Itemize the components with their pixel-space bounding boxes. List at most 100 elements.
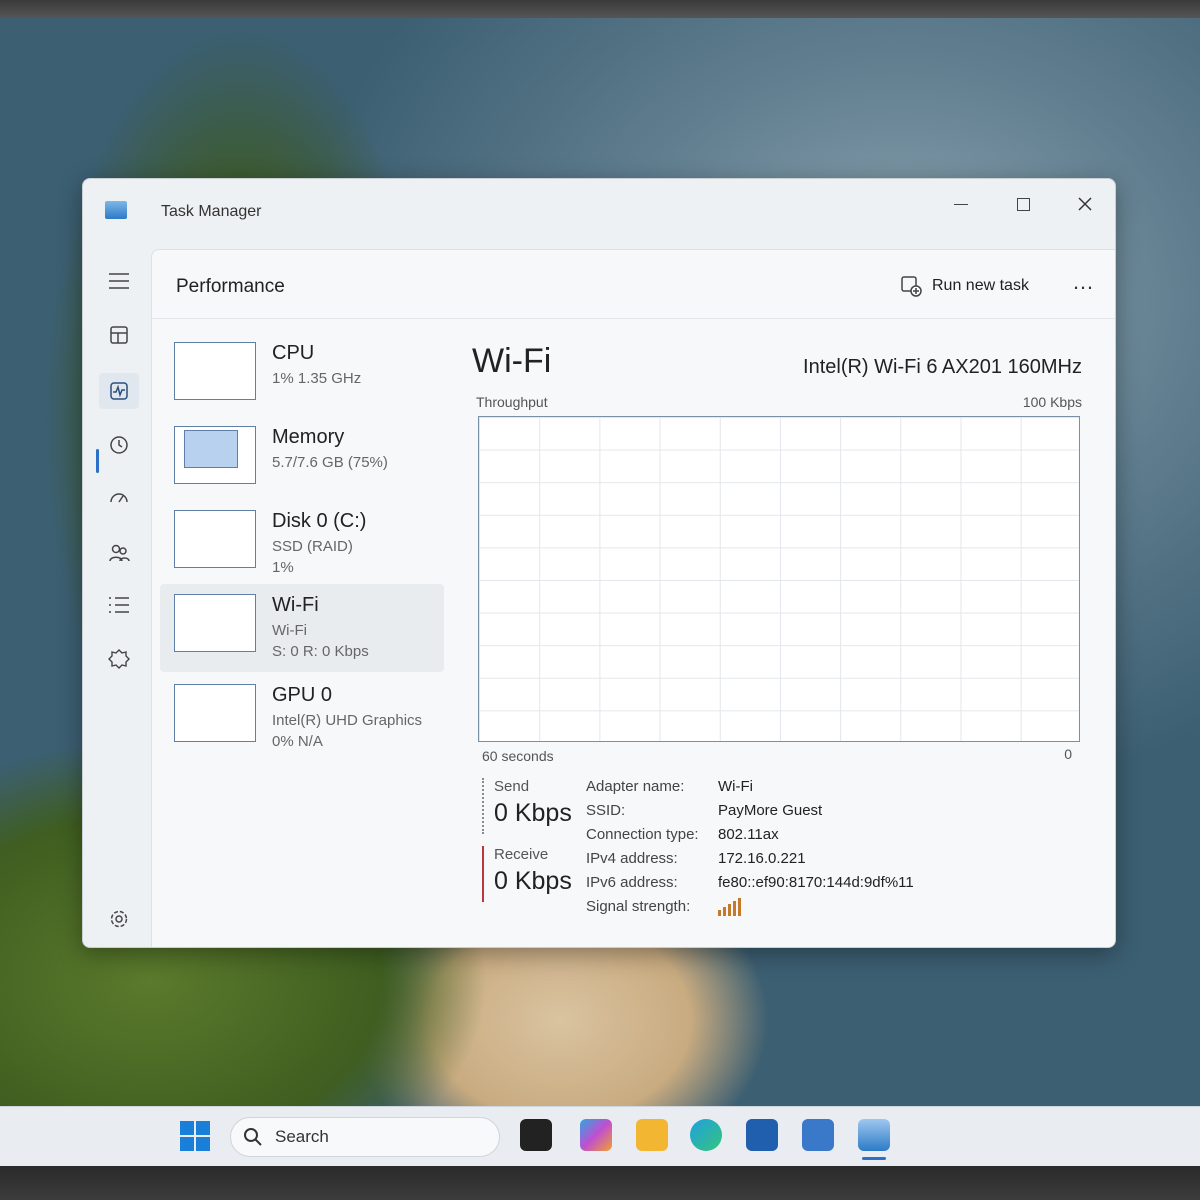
monitor-bezel-top (0, 0, 1200, 18)
resource-detail: 1% 1.35 GHz (272, 370, 362, 387)
active-app-indicator (862, 1157, 886, 1160)
nav-details[interactable] (99, 587, 139, 623)
task-manager-window: Task Manager Performance Run new task … … (82, 178, 1116, 948)
close-button[interactable] (1065, 187, 1105, 221)
details-icon (109, 597, 129, 613)
resource-name: Memory (272, 426, 345, 448)
graph-max-label: 100 Kbps (1022, 394, 1082, 410)
settings-icon (110, 910, 128, 928)
resource-name: Disk 0 (C:) (272, 510, 367, 532)
gpu-thumbnail-graph (174, 684, 256, 742)
monitor-bezel-bottom (0, 1166, 1200, 1200)
company-portal-icon[interactable] (802, 1119, 834, 1151)
services-icon (108, 649, 130, 669)
resource-detail-line: S: 0 R: 0 Kbps (272, 643, 369, 660)
copilot-m365-icon[interactable] (580, 1119, 612, 1151)
app-history-icon (110, 436, 128, 454)
signal-bar (733, 901, 736, 916)
close-icon (1078, 197, 1092, 211)
resource-item-wifi[interactable]: Wi-Fi Wi-Fi S: 0 R: 0 Kbps (160, 584, 444, 672)
property-value: Wi-Fi (718, 778, 753, 795)
signal-strength-icon (718, 898, 741, 916)
file-explorer-icon[interactable] (636, 1119, 668, 1151)
signal-bar (738, 898, 741, 916)
task-view-icon[interactable] (520, 1119, 552, 1151)
maximize-icon (1016, 197, 1030, 211)
nav-app-history[interactable] (99, 427, 139, 463)
resource-item-gpu[interactable]: GPU 0 Intel(R) UHD Graphics 0% N/A (160, 674, 444, 762)
cpu-thumbnail-graph (174, 342, 256, 400)
minimize-button[interactable] (941, 187, 981, 221)
property-key: Adapter name: (586, 778, 685, 795)
maximize-button[interactable] (1003, 187, 1043, 221)
search-label: Search (275, 1127, 329, 1146)
disk-thumbnail-graph (174, 510, 256, 568)
edge-icon[interactable] (690, 1119, 722, 1151)
nav-settings[interactable] (99, 901, 139, 937)
resource-detail-line: 0% N/A (272, 733, 323, 750)
wifi-thumbnail-graph (174, 594, 256, 652)
hamburger-button[interactable] (99, 263, 139, 299)
resource-detail: SSD (RAID) 1% (272, 536, 353, 578)
task-manager-app-icon (105, 201, 127, 219)
header-divider (152, 318, 1115, 319)
title-bar[interactable]: Task Manager (83, 179, 1115, 247)
property-key: SSID: (586, 802, 626, 819)
graph-label: Throughput (476, 394, 548, 410)
resource-item-cpu[interactable]: CPU 1% 1.35 GHz (160, 332, 444, 420)
processes-icon (110, 326, 128, 344)
windows-logo-tile (180, 1121, 194, 1135)
users-icon (109, 544, 130, 562)
more-options-button[interactable]: … (1068, 270, 1098, 300)
signal-bar (718, 910, 721, 916)
nav-startup-apps[interactable] (99, 481, 139, 517)
run-new-task-button[interactable]: Run new task (900, 270, 1029, 302)
minimize-icon (954, 203, 968, 205)
send-stat: Send 0 Kbps (482, 778, 582, 834)
nav-services[interactable] (99, 641, 139, 677)
windows-logo-tile (196, 1121, 210, 1135)
nav-users[interactable] (99, 535, 139, 571)
taskbar: Search (0, 1106, 1200, 1166)
property-key: Signal strength: (586, 898, 691, 915)
resource-item-memory[interactable]: Memory 5.7/7.6 GB (75%) (160, 416, 444, 504)
property-value: 802.11ax (718, 826, 779, 843)
signal-bar (728, 904, 731, 916)
resource-detail-line: 1% (272, 559, 294, 576)
performance-icon (110, 382, 128, 400)
resource-detail-line: SSD (RAID) (272, 538, 353, 555)
receive-stat: Receive 0 Kbps (482, 846, 582, 902)
resource-detail: Intel(R) UHD Graphics 0% N/A (272, 710, 422, 752)
send-label: Send (494, 778, 530, 795)
startup-apps-icon (110, 493, 128, 503)
microsoft-store-icon[interactable] (746, 1119, 778, 1151)
hamburger-icon (109, 273, 129, 289)
resource-detail: Wi-Fi S: 0 R: 0 Kbps (272, 620, 369, 662)
property-key: IPv4 address: (586, 850, 678, 867)
resource-detail: 5.7/7.6 GB (75%) (272, 454, 388, 471)
receive-value: 0 Kbps (494, 867, 572, 895)
graph-time-label: 60 seconds (482, 748, 554, 764)
task-manager-icon[interactable] (858, 1119, 890, 1151)
run-task-icon (901, 276, 922, 297)
start-button[interactable] (180, 1121, 210, 1151)
resource-detail-line: Wi-Fi (272, 622, 307, 639)
resource-detail-line: Intel(R) UHD Graphics (272, 712, 423, 729)
memory-usage-fill (184, 430, 238, 468)
detail-title: Wi-Fi (472, 342, 552, 380)
nav-processes[interactable] (99, 317, 139, 353)
resource-list: CPU 1% 1.35 GHz Memory 5.7/7.6 GB (75%) … (160, 332, 450, 792)
page-title: Performance (176, 276, 285, 297)
performance-page: Performance Run new task … CPU 1% 1.35 G… (151, 249, 1115, 947)
receive-label: Receive (494, 846, 549, 863)
windows-logo-tile (180, 1137, 194, 1151)
search-icon (244, 1128, 262, 1146)
resource-name: Wi-Fi (272, 594, 319, 616)
property-value: fe80::ef90:8170:144d:9df%11 (718, 874, 914, 891)
windows-logo-tile (196, 1137, 210, 1151)
signal-bar (723, 907, 726, 916)
nav-performance[interactable] (99, 373, 139, 409)
resource-item-disk[interactable]: Disk 0 (C:) SSD (RAID) 1% (160, 500, 444, 588)
taskbar-search-box[interactable]: Search (230, 1117, 500, 1157)
adapter-model: Intel(R) Wi-Fi 6 AX201 160MHz (803, 356, 1082, 378)
